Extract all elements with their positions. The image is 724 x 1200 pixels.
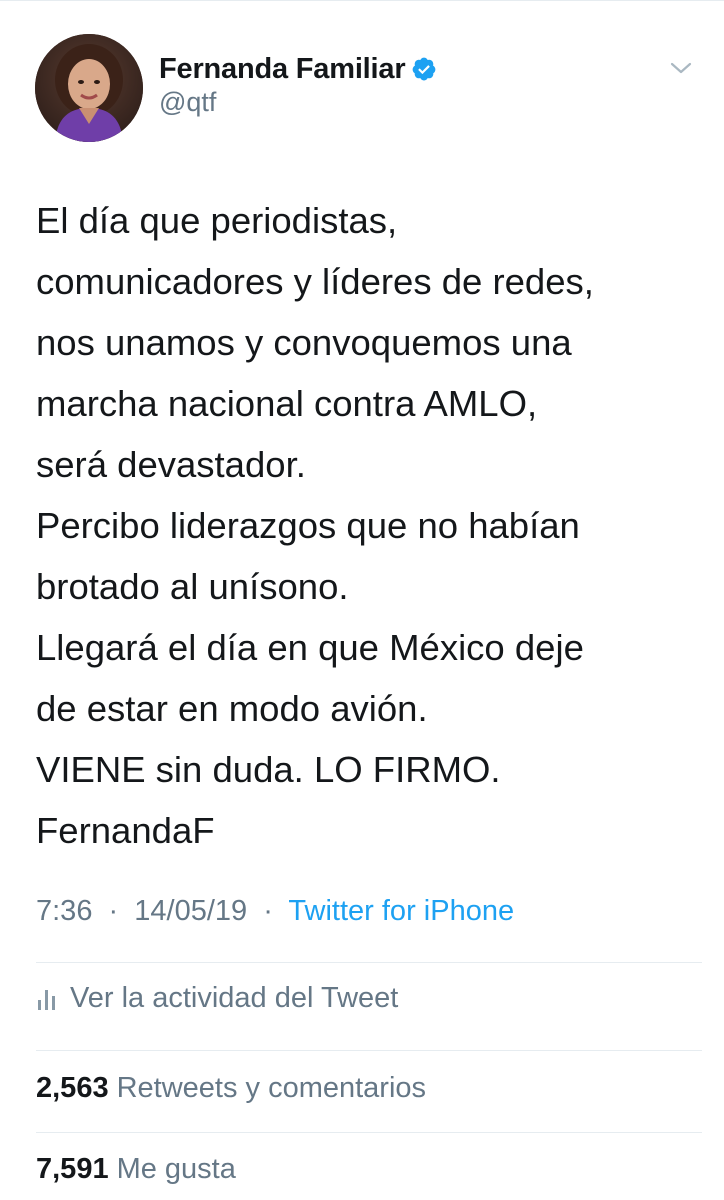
bar-chart-icon [38, 989, 55, 1010]
tweet-time[interactable]: 7:36 [36, 895, 92, 927]
tweet-line: VIENE sin duda. LO FIRMO. [36, 749, 501, 790]
top-divider [0, 0, 724, 1]
tweet-meta: 7:36 · 14/05/19 · Twitter for iPhone [36, 895, 514, 928]
likes-label: Me gusta [116, 1153, 236, 1185]
tweet-activity-label: Ver la actividad del Tweet [70, 982, 399, 1014]
retweets-label: Retweets y comentarios [116, 1072, 427, 1104]
divider [36, 1050, 702, 1051]
tweet-line: nos unamos y convoquemos una [36, 322, 572, 363]
tweet-line: Percibo liderazgos que no habían [36, 505, 580, 546]
divider [36, 1132, 702, 1133]
avatar[interactable] [35, 34, 143, 142]
tweet-date[interactable]: 14/05/19 [134, 895, 247, 927]
author-handle[interactable]: @qtf [159, 87, 216, 118]
meta-separator: · [263, 895, 273, 927]
meta-separator: · [108, 895, 119, 927]
tweet-text: El día que periodistas, comunicadores y … [36, 190, 696, 861]
retweets-count: 2,563 [36, 1072, 109, 1104]
tweet-source-link[interactable]: Twitter for iPhone [288, 895, 514, 927]
tweet-line: marcha nacional contra AMLO, [36, 383, 538, 424]
divider [36, 962, 702, 963]
verified-badge-icon [411, 56, 437, 82]
tweet-activity-link[interactable]: Ver la actividad del Tweet [36, 982, 398, 1015]
author-name-row[interactable]: Fernanda Familiar [159, 50, 437, 88]
author-display-name[interactable]: Fernanda Familiar [159, 53, 406, 86]
tweet-line: de estar en modo avión. [36, 688, 428, 729]
tweet-line: comunicadores y líderes de redes, [36, 261, 594, 302]
tweet-line: Llegará el día en que México deje [36, 627, 584, 668]
tweet-line: brotado al unísono. [36, 566, 349, 607]
retweets-stat[interactable]: 2,563 Retweets y comentarios [36, 1072, 426, 1105]
chevron-down-icon[interactable] [668, 58, 694, 78]
tweet-line: El día que periodistas, [36, 200, 398, 241]
likes-stat[interactable]: 7,591 Me gusta [36, 1153, 236, 1186]
likes-count: 7,591 [36, 1153, 109, 1185]
tweet-line: FernandaF [36, 810, 215, 851]
tweet-line: será devastador. [36, 444, 306, 485]
